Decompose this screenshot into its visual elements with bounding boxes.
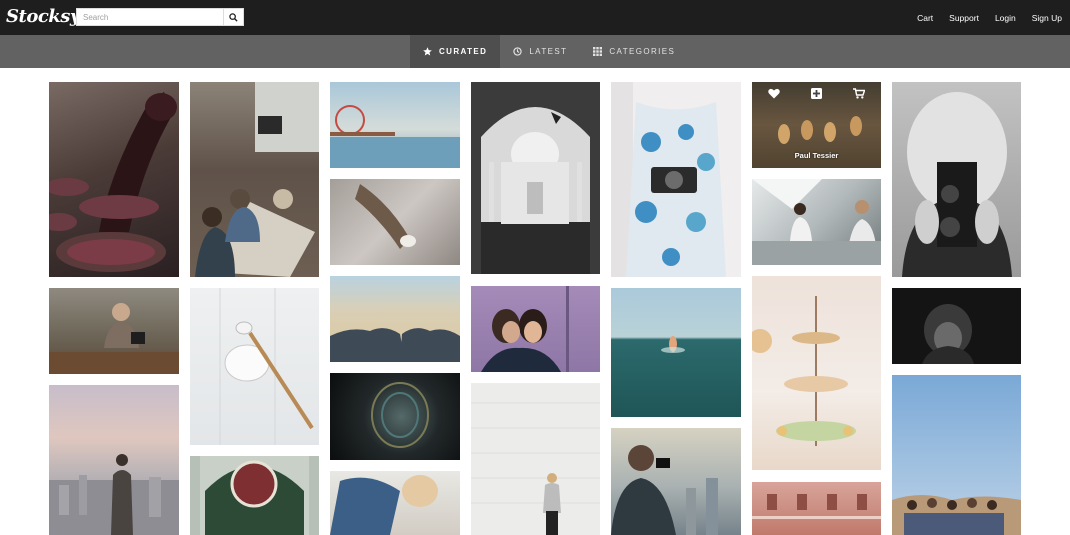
- photo-man-rooftop-city[interactable]: [49, 385, 179, 535]
- search-input[interactable]: [77, 9, 223, 25]
- photo-spoon-mug-white-table[interactable]: [190, 288, 319, 445]
- photographer-name[interactable]: Paul Tessier: [752, 151, 881, 160]
- stocksy-logo[interactable]: Stocksy: [6, 4, 80, 30]
- photo-cat-paws-blanket[interactable]: [330, 179, 460, 265]
- tab-latest-label: Latest: [529, 47, 568, 56]
- clock-icon: [513, 47, 523, 56]
- photo-woman-white-brick-wall[interactable]: [471, 383, 600, 535]
- search-icon: [229, 12, 238, 22]
- heart-icon[interactable]: [768, 88, 780, 99]
- photo-taj-mahal-arch[interactable]: [471, 82, 600, 274]
- photo-swimmer-ocean[interactable]: [611, 288, 741, 417]
- cart-link[interactable]: Cart: [917, 13, 933, 23]
- tab-categories[interactable]: Categories: [580, 35, 688, 68]
- photo-lions-savanna[interactable]: Paul Tessier: [752, 82, 881, 168]
- photo-students-studying[interactable]: [190, 82, 319, 277]
- photo-woman-dark-portrait[interactable]: [892, 288, 1021, 364]
- photo-action-icons: [752, 82, 881, 104]
- photo-man-phone-city[interactable]: [611, 428, 741, 535]
- photo-couple-hug[interactable]: [330, 471, 460, 535]
- tab-categories-label: Categories: [609, 47, 676, 56]
- support-link[interactable]: Support: [949, 13, 979, 23]
- photo-dark-light-refraction[interactable]: [330, 373, 460, 460]
- photo-woman-vintage-camera[interactable]: [892, 82, 1021, 277]
- photo-arched-window[interactable]: [190, 456, 319, 535]
- photo-woman-with-camera-table[interactable]: [49, 288, 179, 374]
- cart-icon[interactable]: [853, 87, 865, 99]
- photo-floral-dress-camera[interactable]: [611, 82, 741, 277]
- top-bar: Stocksy Cart Support Login Sign Up: [0, 0, 1070, 35]
- plus-icon[interactable]: [811, 87, 822, 99]
- photo-group-sky[interactable]: [892, 375, 1021, 535]
- login-link[interactable]: Login: [995, 13, 1016, 23]
- photo-two-women-purple-door[interactable]: [471, 286, 600, 372]
- photo-beach-shadows[interactable]: [330, 276, 460, 362]
- tab-curated[interactable]: Curated: [410, 35, 501, 68]
- tab-bar: Curated Latest Categories: [410, 35, 688, 68]
- photo-pink-building[interactable]: [752, 482, 881, 535]
- photo-office-people[interactable]: [752, 179, 881, 265]
- photo-chocolate-cupcakes[interactable]: [49, 82, 179, 277]
- signup-link[interactable]: Sign Up: [1032, 13, 1062, 23]
- photo-grid: Paul Tessier: [0, 68, 1070, 535]
- tab-latest[interactable]: Latest: [500, 35, 580, 68]
- photo-santa-monica-pier[interactable]: [330, 82, 460, 168]
- search-box: [76, 8, 244, 26]
- tab-curated-label: Curated: [439, 47, 488, 56]
- top-links: Cart Support Login Sign Up: [901, 0, 1062, 35]
- sub-nav: Curated Latest Categories: [0, 35, 1070, 68]
- photo-macaron-tiered-stand[interactable]: [752, 276, 881, 470]
- star-icon: [423, 47, 432, 56]
- search-button[interactable]: [223, 9, 243, 25]
- grid-icon: [593, 47, 603, 56]
